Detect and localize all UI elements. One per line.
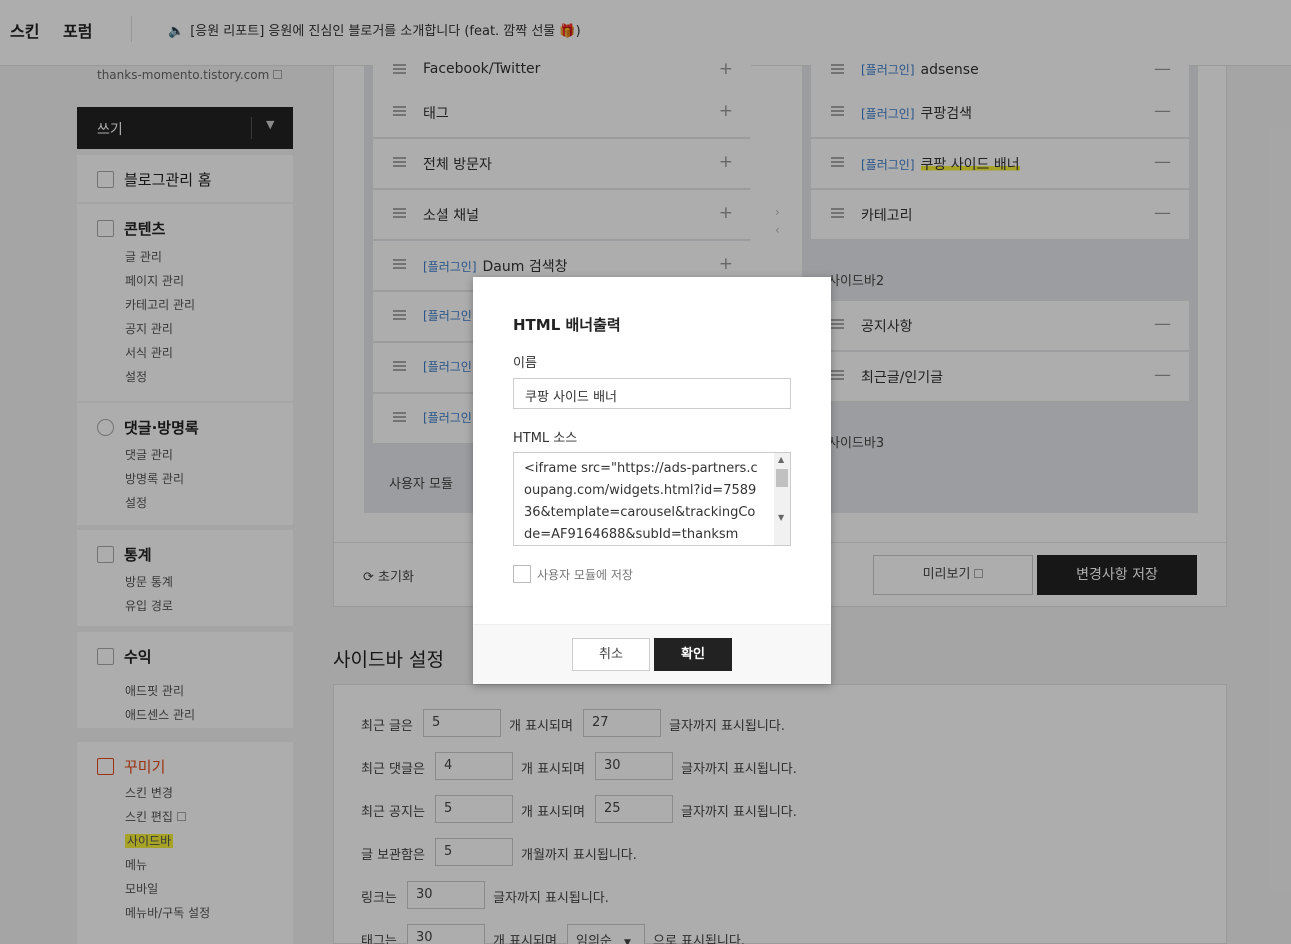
html-banner-dialog: HTML 배너출력 이름 쿠팡 사이드 배너 HTML 소스 <iframe s… [473,277,831,684]
save-to-user-module-checkbox[interactable] [513,565,531,583]
dialog-footer: 취소 확인 [473,624,831,684]
textarea-scrollbar[interactable]: ▲ ▼ [774,453,790,545]
scroll-down-icon[interactable]: ▼ [778,513,784,522]
confirm-button[interactable]: 확인 [654,638,732,671]
scroll-up-icon[interactable]: ▲ [778,455,784,464]
name-label: 이름 [513,356,537,371]
html-source-label: HTML 소스 [513,431,578,446]
save-to-user-module-label[interactable]: 사용자 모듈에 저장 [537,566,633,583]
name-input[interactable]: 쿠팡 사이드 배너 [513,378,791,409]
html-source-textarea[interactable]: <iframe src="https://ads-partners.coupan… [513,452,791,546]
scroll-thumb[interactable] [776,469,788,487]
cancel-button[interactable]: 취소 [572,638,650,671]
dialog-title: HTML 배너출력 [513,316,621,334]
